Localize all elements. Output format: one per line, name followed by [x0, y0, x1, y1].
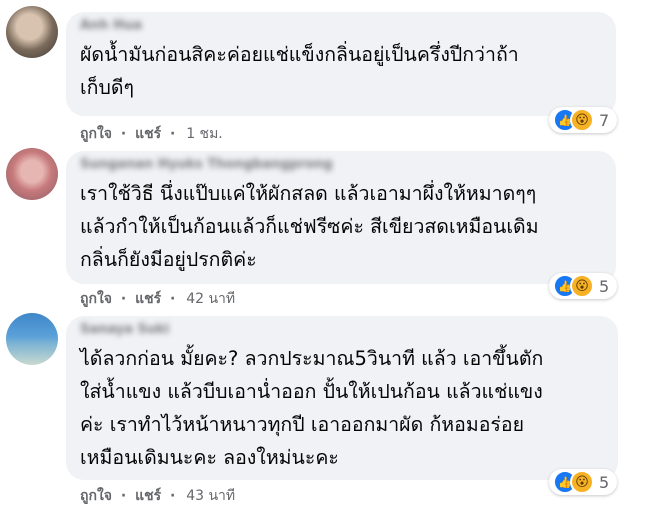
- avatar[interactable]: [6, 148, 58, 200]
- comment-line: แล้วกำให้เป็นก้อนแล้วก็แช่ฟรีซค่ะ สีเขีย…: [80, 215, 539, 238]
- comment-bubble: Sunganan Hyuks Thongbangprong เราใช้วิธี…: [66, 151, 616, 284]
- share-button[interactable]: แชร์: [135, 126, 161, 142]
- comment-text: เราใช้วิธี นึ่งแป๊บแค่ให้ผักสลด แล้วเอาม…: [80, 177, 602, 276]
- timestamp[interactable]: 1 ชม.: [186, 126, 223, 142]
- comment-line: เราใช้วิธี นึ่งแป๊บแค่ให้ผักสลด แล้วเอาม…: [80, 182, 537, 205]
- comment-actions: ถูกใจ · แชร์ · 42 นาที: [80, 288, 235, 310]
- reaction-summary[interactable]: 👍 😮 5: [549, 273, 618, 299]
- reaction-count: 5: [599, 472, 610, 492]
- comment-text: ได้ลวกก่อน มั้ยคะ? ลวกประมาณ5วินาที แล้ว…: [80, 342, 604, 474]
- wow-icon: 😮: [570, 470, 594, 494]
- comment-actions: ถูกใจ · แชร์ · 1 ชม.: [80, 123, 223, 145]
- separator: ·: [120, 488, 127, 504]
- reaction-count: 5: [599, 276, 610, 296]
- comment-bubble: Anh Hua ผัดน้ำมันก่อนสิคะค่อยแช่แข็งกลิ่…: [66, 12, 616, 116]
- avatar[interactable]: [6, 6, 58, 58]
- timestamp[interactable]: 42 นาที: [186, 291, 235, 307]
- comment-line: ผัดน้ำมันก่อนสิคะค่อยแช่แข็งกลิ่นอยู่เป็…: [80, 43, 519, 66]
- like-button[interactable]: ถูกใจ: [80, 488, 112, 504]
- comment-line: กลิ่นก็ยังมีอยู่ปรกติค่ะ: [80, 248, 257, 271]
- share-button[interactable]: แชร์: [135, 291, 161, 307]
- reaction-count: 7: [599, 110, 610, 130]
- separator: ·: [170, 291, 176, 307]
- separator: ·: [170, 126, 176, 142]
- comment-text: ผัดน้ำมันก่อนสิคะค่อยแช่แข็งกลิ่นอยู่เป็…: [80, 38, 602, 104]
- comment-line: ค่ะ เราทำไว้หน้าหนาวทุกปี เอาออกมาผัด ก้…: [80, 413, 525, 436]
- like-button[interactable]: ถูกใจ: [80, 126, 112, 142]
- reaction-summary[interactable]: 👍 😮 5: [549, 469, 618, 495]
- avatar[interactable]: [6, 313, 58, 365]
- reaction-summary[interactable]: 👍 😮 7: [549, 107, 618, 133]
- comment-line: เหมือนเดิมนะคะ ลองใหม่นะคะ: [80, 446, 339, 469]
- author-name[interactable]: Sanaya Suki: [80, 322, 604, 338]
- wow-icon: 😮: [570, 274, 594, 298]
- timestamp[interactable]: 43 นาที: [186, 488, 235, 504]
- comment-actions: ถูกใจ · แชร์ · 43 นาที: [80, 485, 235, 507]
- wow-icon: 😮: [570, 108, 594, 132]
- comment-bubble: Sanaya Suki ได้ลวกก่อน มั้ยคะ? ลวกประมาณ…: [66, 316, 618, 480]
- like-button[interactable]: ถูกใจ: [80, 291, 112, 307]
- separator: ·: [170, 488, 176, 504]
- share-button[interactable]: แชร์: [135, 488, 161, 504]
- separator: ·: [120, 126, 127, 142]
- author-name[interactable]: Sunganan Hyuks Thongbangprong: [80, 157, 602, 173]
- author-name[interactable]: Anh Hua: [80, 18, 602, 34]
- comment-line: เก็บดีๆ: [80, 76, 134, 99]
- separator: ·: [120, 291, 127, 307]
- comment-line: ใส่น้ำแขง แล้วบีบเอาน่ำออก ปั้นให้เปนก้อ…: [80, 380, 543, 403]
- comment-line: ได้ลวกก่อน มั้ยคะ? ลวกประมาณ5วินาที แล้ว…: [80, 347, 544, 370]
